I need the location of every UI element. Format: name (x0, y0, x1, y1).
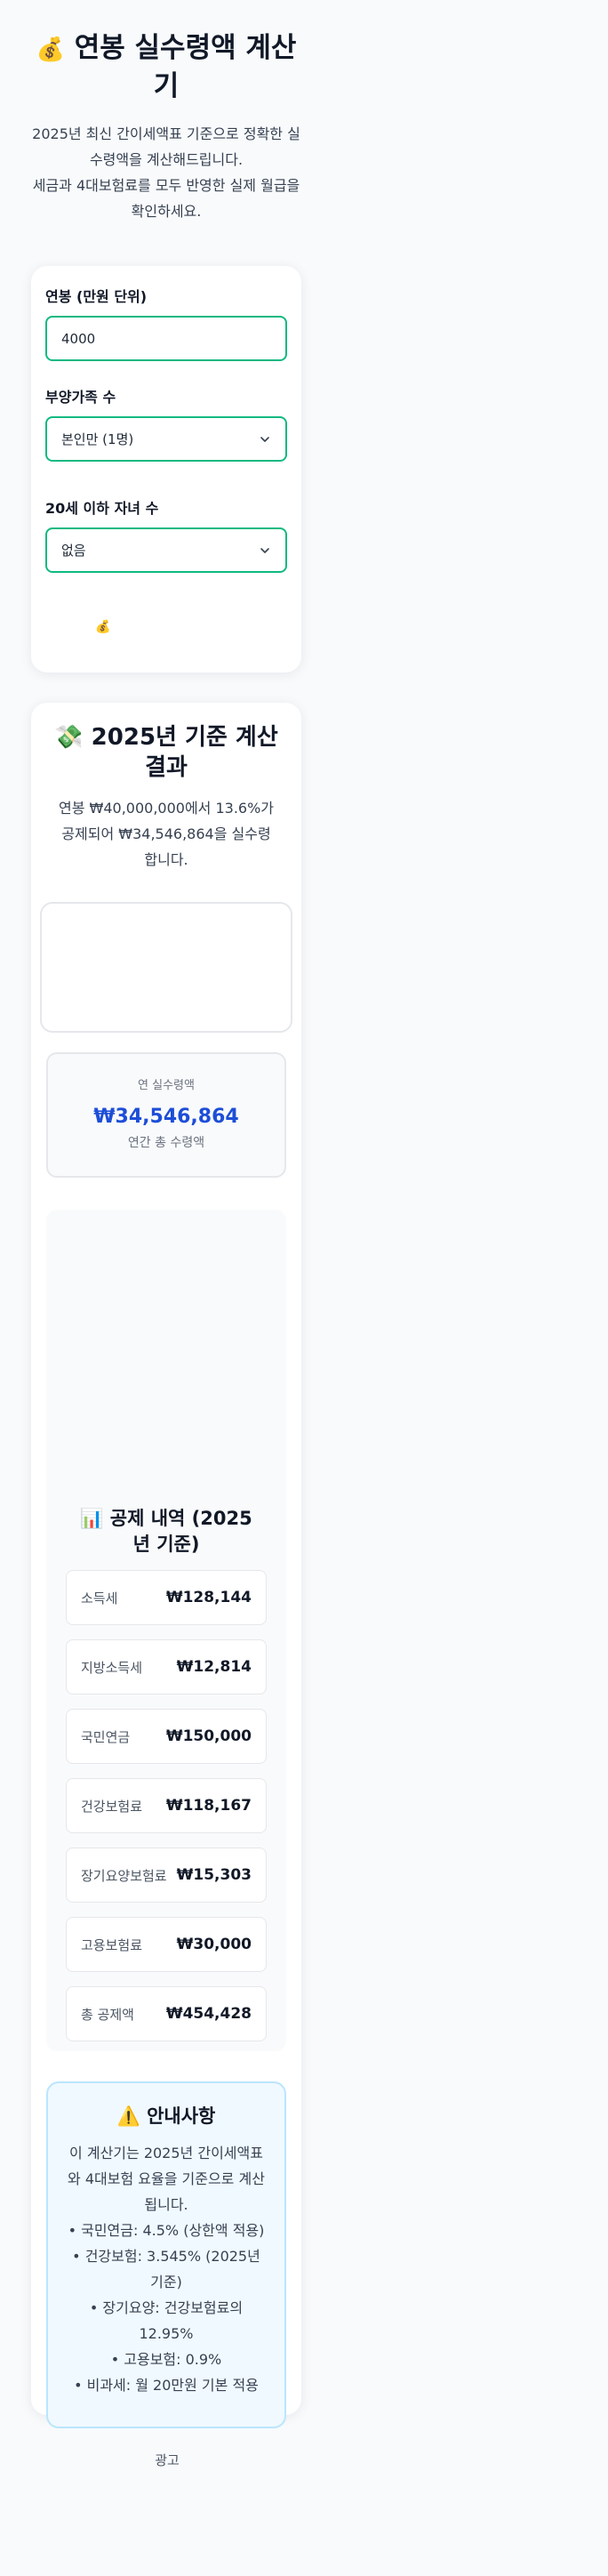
input-card: 연봉 (만원 단위) 4000 부양가족 수 본인만 (1명) 20세 이하 자… (31, 266, 301, 672)
deduction-row-total: 총 공제액 ₩454,428 (66, 1986, 267, 2041)
deduction-list: 소득세 ₩128,144 지방소득세 ₩12,814 국민연금 ₩150,000… (66, 1570, 267, 2041)
deduction-title: 📊 공제 내역 (2025년 기준) (46, 1506, 286, 1558)
salary-input-value: 4000 (61, 330, 96, 347)
result-card: 💸 2025년 기준 계산 결과 연봉 ₩40,000,000에서 13.6%가… (31, 703, 301, 2428)
result-title-text: 2025년 기준 계산 결과 (91, 724, 278, 781)
deduction-row-national-pension: 국민연금 ₩150,000 (66, 1709, 267, 1764)
deduction-name: 고용보험료 (81, 1936, 143, 1953)
dependents-label: 부양가족 수 (45, 389, 116, 406)
intro-line-1: 2025년 최신 간이세액표 기준으로 정확한 실수령액을 계산해드립니다. (32, 125, 300, 168)
deduction-name: 장기요양보험료 (81, 1867, 167, 1884)
deduction-amount: ₩118,167 (165, 1797, 252, 1815)
page-title: 💰 연봉 실수령액 계산기 (31, 30, 301, 105)
deduction-amount: ₩12,814 (176, 1658, 252, 1676)
notice-line: • 장기요양: 건강보험료의 12.95% (89, 2299, 244, 2342)
deduction-amount: ₩15,303 (176, 1866, 252, 1884)
bar-chart-icon: 📊 (80, 1508, 104, 1529)
deduction-name: 건강보험료 (81, 1798, 143, 1815)
notice-line: 이 계산기는 2025년 간이세액표와 4대보험 요율을 기준으로 계산됩니다. (68, 2145, 265, 2213)
page-intro: 2025년 최신 간이세액표 기준으로 정확한 실수령액을 계산해드립니다. 세… (31, 121, 301, 224)
chevron-down-icon (260, 548, 269, 553)
annual-takehome-box: 연 실수령액 ₩34,546,864 연간 총 수령액 (46, 1052, 286, 1178)
deduction-row-local-income-tax: 지방소득세 ₩12,814 (66, 1639, 267, 1695)
intro-line-2: 세금과 4대보험료를 모두 반영한 실제 월급을 확인하세요. (32, 177, 300, 220)
annual-takehome-caption: 연간 총 수령액 (127, 1136, 205, 1150)
salary-input[interactable]: 4000 (45, 316, 287, 361)
deduction-amount: ₩150,000 (165, 1727, 252, 1745)
chart-placeholder (40, 902, 292, 1033)
deduction-name: 총 공제액 (81, 2006, 134, 2023)
annual-takehome-label: 연 실수령액 (138, 1079, 195, 1092)
deduction-row-health-insurance: 건강보험료 ₩118,167 (66, 1778, 267, 1833)
notice-line: • 건강보험: 3.545% (2025년 기준) (72, 2248, 260, 2290)
deduction-amount: ₩454,428 (165, 2005, 252, 2023)
notice-box: ⚠️ 안내사항 이 계산기는 2025년 간이세액표와 4대보험 요율을 기준으… (46, 2081, 286, 2428)
page-container: 💰 연봉 실수령액 계산기 2025년 최신 간이세액표 기준으로 정확한 실수… (31, 0, 301, 2428)
page-title-text: 연봉 실수령액 계산기 (74, 32, 297, 102)
children-select[interactable]: 없음 (45, 527, 287, 573)
deduction-name: 국민연금 (81, 1728, 131, 1745)
dependents-select-value: 본인만 (1명) (61, 431, 134, 447)
children-select-value: 없음 (61, 543, 86, 559)
notice-body: 이 계산기는 2025년 간이세액표와 4대보험 요율을 기준으로 계산됩니다.… (64, 2140, 268, 2398)
dependents-select[interactable]: 본인만 (1명) (45, 416, 287, 462)
notice-title-text: 안내사항 (147, 2105, 216, 2127)
money-bag-icon: 💰 (95, 620, 111, 634)
result-summary: 연봉 ₩40,000,000에서 13.6%가 공제되어 ₩34,546,864… (58, 800, 275, 868)
deduction-name: 소득세 (81, 1590, 118, 1606)
deduction-panel: 📊 공제 내역 (2025년 기준) 소득세 ₩128,144 지방소득세 ₩1… (46, 1210, 286, 2051)
deduction-amount: ₩30,000 (176, 1936, 252, 1953)
deduction-name: 지방소득세 (81, 1659, 143, 1676)
deduction-amount: ₩128,144 (165, 1589, 252, 1606)
deduction-row-income-tax: 소득세 ₩128,144 (66, 1570, 267, 1625)
deduction-title-text: 공제 내역 (2025년 기준) (109, 1508, 252, 1555)
ad-label: 광고 (155, 2452, 180, 2468)
notice-line: • 비과세: 월 20만원 기본 적용 (74, 2377, 259, 2394)
result-title: 💸 2025년 기준 계산 결과 (40, 722, 292, 783)
money-with-wings-icon: 💸 (54, 724, 84, 751)
annual-takehome-value: ₩34,546,864 (93, 1106, 239, 1128)
children-label: 20세 이하 자녀 수 (45, 500, 159, 517)
deduction-row-long-term-care: 장기요양보험료 ₩15,303 (66, 1847, 267, 1903)
warning-icon: ⚠️ (116, 2105, 140, 2127)
deduction-row-employment-insurance: 고용보험료 ₩30,000 (66, 1917, 267, 1972)
salary-label: 연봉 (만원 단위) (45, 288, 148, 305)
notice-title: ⚠️ 안내사항 (64, 2103, 268, 2129)
money-bag-icon: 💰 (36, 36, 65, 63)
calculate-button[interactable]: 💰 (45, 619, 287, 635)
notice-line: • 국민연금: 4.5% (상한액 적용) (68, 2222, 265, 2239)
notice-line: • 고용보험: 0.9% (110, 2351, 222, 2368)
chevron-down-icon (260, 437, 269, 442)
